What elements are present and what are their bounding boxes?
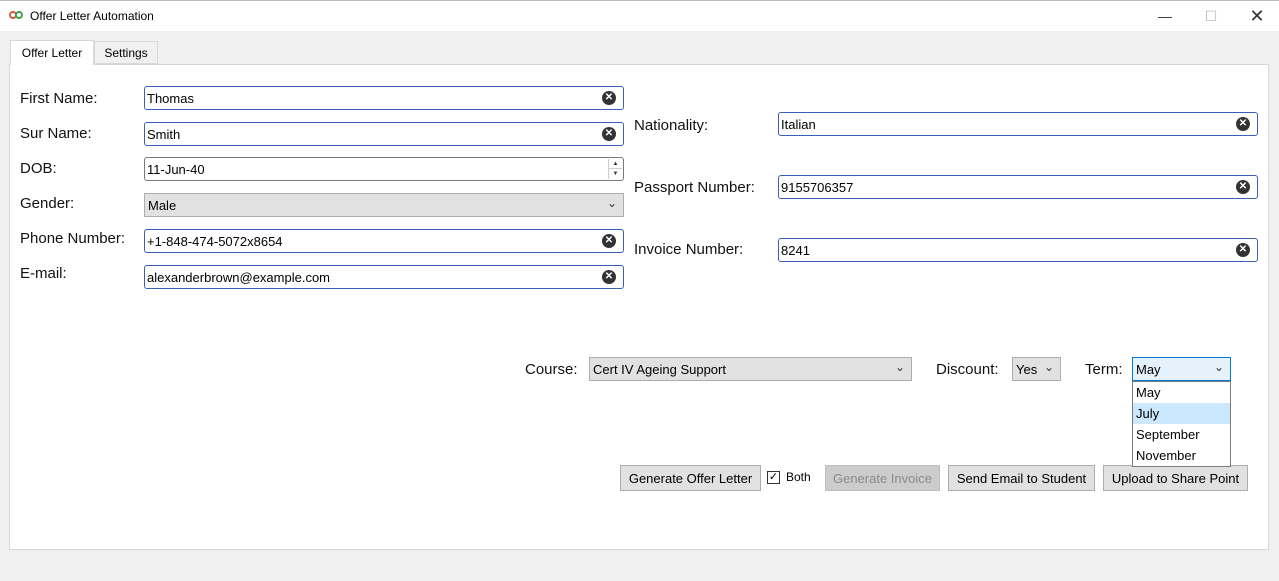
generate-offer-letter-button[interactable]: Generate Offer Letter bbox=[620, 465, 761, 491]
clear-icon[interactable]: ✕ bbox=[602, 270, 616, 284]
clear-icon[interactable]: ✕ bbox=[602, 234, 616, 248]
tab-offer-letter[interactable]: Offer Letter bbox=[10, 40, 94, 65]
course-value: Cert IV Ageing Support bbox=[593, 362, 726, 377]
close-button[interactable]: ✕ bbox=[1234, 1, 1279, 31]
app-logo-icon bbox=[9, 11, 24, 20]
spin-down-icon[interactable]: ▼ bbox=[609, 169, 622, 179]
phone-field[interactable]: ✕ bbox=[144, 229, 624, 253]
dob-label: DOB: bbox=[20, 160, 57, 177]
discount-label: Discount: bbox=[936, 361, 999, 378]
first-name-label: First Name: bbox=[20, 90, 98, 107]
term-dropdown-list: May July September November bbox=[1132, 381, 1231, 467]
dob-input[interactable] bbox=[147, 160, 595, 178]
sur-name-input[interactable] bbox=[147, 125, 595, 143]
term-label: Term: bbox=[1085, 361, 1123, 378]
nationality-field[interactable]: ✕ bbox=[778, 112, 1258, 136]
minimize-button[interactable]: — bbox=[1142, 1, 1188, 31]
term-option-september[interactable]: September bbox=[1133, 424, 1230, 445]
passport-field[interactable]: ✕ bbox=[778, 175, 1258, 199]
email-input[interactable] bbox=[147, 268, 595, 286]
course-label: Course: bbox=[525, 361, 578, 378]
upload-share-point-button[interactable]: Upload to Share Point bbox=[1103, 465, 1248, 491]
invoice-field[interactable]: ✕ bbox=[778, 238, 1258, 262]
clear-icon[interactable]: ✕ bbox=[1236, 117, 1250, 131]
first-name-field[interactable]: ✕ bbox=[144, 86, 624, 110]
term-select[interactable]: May ⌄ bbox=[1132, 357, 1231, 381]
clear-icon[interactable]: ✕ bbox=[1236, 243, 1250, 257]
chevron-down-icon: ⌄ bbox=[894, 360, 905, 374]
email-field[interactable]: ✕ bbox=[144, 265, 624, 289]
dob-spinner[interactable]: ▲ ▼ bbox=[608, 159, 622, 179]
chevron-down-icon: ⌄ bbox=[606, 196, 617, 210]
invoice-label: Invoice Number: bbox=[634, 241, 744, 258]
dob-field[interactable]: ▲ ▼ bbox=[144, 157, 624, 181]
sur-name-label: Sur Name: bbox=[20, 125, 92, 142]
term-option-july[interactable]: July bbox=[1133, 403, 1230, 424]
gender-select[interactable]: Male ⌄ bbox=[144, 193, 624, 217]
maximize-button[interactable]: ☐ bbox=[1188, 1, 1234, 31]
course-select[interactable]: Cert IV Ageing Support ⌄ bbox=[589, 357, 912, 381]
discount-value: Yes bbox=[1016, 362, 1038, 377]
email-label: E-mail: bbox=[20, 265, 67, 282]
term-option-may[interactable]: May bbox=[1133, 382, 1230, 403]
discount-select[interactable]: Yes ⌄ bbox=[1012, 357, 1061, 381]
clear-icon[interactable]: ✕ bbox=[602, 127, 616, 141]
clear-icon[interactable]: ✕ bbox=[602, 91, 616, 105]
gender-label: Gender: bbox=[20, 195, 75, 212]
clear-icon[interactable]: ✕ bbox=[1236, 180, 1250, 194]
nationality-input[interactable] bbox=[781, 115, 1229, 133]
term-value: May bbox=[1136, 362, 1161, 377]
both-label: Both bbox=[786, 470, 811, 484]
send-email-button[interactable]: Send Email to Student bbox=[948, 465, 1095, 491]
invoice-input[interactable] bbox=[781, 241, 1229, 259]
spin-up-icon[interactable]: ▲ bbox=[609, 159, 622, 169]
title-bar: Offer Letter Automation — ☐ ✕ bbox=[0, 0, 1279, 31]
nationality-label: Nationality: bbox=[634, 117, 709, 134]
passport-input[interactable] bbox=[781, 178, 1229, 196]
phone-input[interactable] bbox=[147, 232, 595, 250]
tab-settings[interactable]: Settings bbox=[94, 41, 158, 64]
phone-label: Phone Number: bbox=[20, 230, 126, 247]
sur-name-field[interactable]: ✕ bbox=[144, 122, 624, 146]
chevron-down-icon: ⌄ bbox=[1213, 360, 1224, 374]
passport-label: Passport Number: bbox=[634, 179, 755, 196]
generate-invoice-button[interactable]: Generate Invoice bbox=[825, 465, 940, 491]
gender-value: Male bbox=[148, 198, 177, 213]
window-title: Offer Letter Automation bbox=[30, 9, 154, 23]
first-name-input[interactable] bbox=[147, 89, 595, 107]
term-option-november[interactable]: November bbox=[1133, 445, 1230, 466]
both-checkbox[interactable]: ✓ bbox=[767, 471, 780, 484]
chevron-down-icon: ⌄ bbox=[1043, 360, 1054, 374]
